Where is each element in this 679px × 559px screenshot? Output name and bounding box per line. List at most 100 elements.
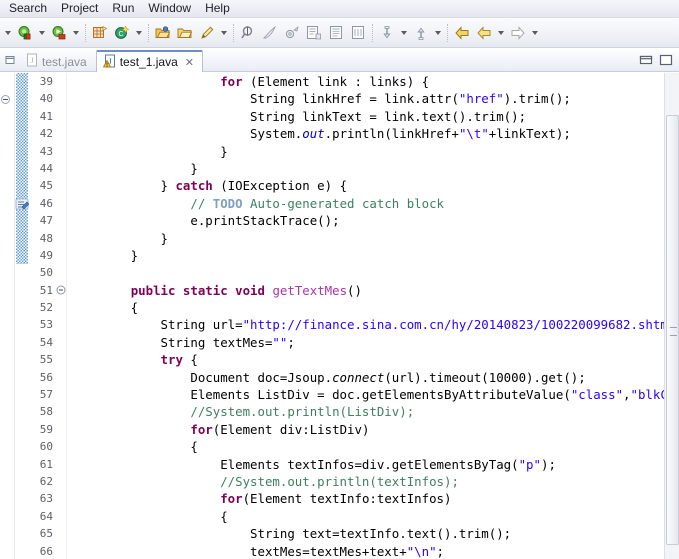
code-line[interactable]: //System.out.println(textInfos); [67, 473, 679, 490]
menu-item-window[interactable]: Window [141, 0, 198, 17]
new-button[interactable] [196, 22, 218, 44]
open-task-button[interactable] [174, 22, 196, 44]
code-token-str: "http://finance.sina.com.cn/hy/20140823/… [242, 317, 679, 333]
menu-item-search[interactable]: Search [2, 0, 54, 17]
menu-item-run[interactable]: Run [105, 0, 141, 17]
code-line[interactable]: { [67, 299, 679, 316]
previous-annotation-button-dropdown-arrow[interactable] [432, 22, 444, 44]
code-line[interactable]: Document doc=Jsoup.connect(url).timeout(… [67, 369, 679, 386]
pencil-icon [199, 25, 215, 41]
todo-marker-icon[interactable] [15, 197, 30, 211]
fold-toggle-icon[interactable] [56, 282, 66, 299]
code-line[interactable] [67, 264, 679, 281]
run-button[interactable] [48, 22, 70, 44]
run-button-dropdown-arrow[interactable] [70, 22, 82, 44]
code-line[interactable]: e.printStackTrace(); [67, 212, 679, 229]
code-line[interactable]: public static void getTextMes() [67, 282, 679, 299]
new-button-dropdown-arrow[interactable] [218, 22, 230, 44]
view-menu-icon[interactable] [2, 49, 18, 71]
code-token-kw: try [160, 352, 183, 368]
code-token-pln: (url).timeout(10000).get(); [384, 369, 586, 385]
editor-tab-test-java[interactable]: Jtest.java [18, 50, 96, 72]
code-line[interactable]: // TODO Auto-generated catch block [67, 195, 679, 212]
toggle-word-wrap-button[interactable] [347, 22, 369, 44]
code-line[interactable]: String linkHref = link.attr("href").trim… [67, 90, 679, 107]
line-number: 39 [39, 75, 53, 88]
code-text-area[interactable]: for (Element link : links) { String link… [67, 73, 679, 559]
code-line[interactable]: } [67, 230, 679, 247]
toggle-block-selection-button[interactable] [303, 22, 325, 44]
java-file-warning-icon: J [102, 54, 116, 71]
code-line[interactable]: String url="http://finance.sina.com.cn/h… [67, 316, 679, 333]
code-line[interactable]: for(Element div:ListDiv) [67, 421, 679, 438]
collapse-all-icon[interactable] [1, 95, 10, 104]
new-java-package-button[interactable] [89, 22, 111, 44]
back-arrow-yellow-icon [476, 25, 492, 41]
code-line[interactable]: try { [67, 351, 679, 368]
code-line[interactable]: String text=textInfo.text().trim(); [67, 525, 679, 542]
debug-button[interactable] [14, 22, 36, 44]
code-token-pln: (Element div:ListDiv) [212, 421, 370, 437]
menu-item-project[interactable]: Project [54, 0, 105, 17]
code-editor[interactable]: 39 40 41 42 43 44 45 46 47 48 49 50 51 52 53 54 55 56 57 58… [0, 73, 679, 559]
next-annotation-button[interactable] [376, 22, 398, 44]
code-line[interactable]: { [67, 508, 679, 525]
code-token-pln: { [71, 300, 139, 316]
code-token-pln [71, 74, 220, 89]
code-line[interactable]: Elements ListDiv = doc.getElementsByAttr… [67, 386, 679, 403]
code-folding-column[interactable] [56, 73, 67, 559]
code-line[interactable]: } [67, 247, 679, 264]
back-button[interactable] [451, 22, 473, 44]
toolbar-leading-dropdown-arrow[interactable] [2, 22, 14, 44]
code-line[interactable]: Elements textInfos=div.getElementsByTag(… [67, 456, 679, 473]
code-line[interactable]: } [67, 143, 679, 160]
next-annotation-button-dropdown-arrow[interactable] [398, 22, 410, 44]
code-line[interactable]: String linkText = link.text().trim(); [67, 108, 679, 125]
line-number: 46 [39, 196, 53, 210]
code-token-pln: (Element textInfo:textInfos) [242, 491, 452, 507]
code-line[interactable]: for(Element textInfo:textInfos) [67, 490, 679, 507]
code-token-str: "href" [458, 91, 504, 107]
code-token-kw: public static void [130, 282, 265, 298]
line-number: 40 [39, 92, 53, 106]
code-line[interactable]: } catch (IOException e) { [67, 177, 679, 194]
code-line[interactable]: System.out.println(linkHref+"\t"+linkTex… [67, 125, 679, 142]
code-line[interactable]: textMes=textMes+text+"\n"; [67, 543, 679, 559]
new-java-class-button-dropdown-arrow[interactable] [133, 22, 145, 44]
code-token-pln: } [71, 230, 168, 246]
menu-bar: Search Project Run Window Help [0, 0, 679, 18]
back-history-button[interactable] [473, 22, 495, 44]
vertical-scrollbar-thumb[interactable] [666, 115, 679, 545]
vertical-scrollbar[interactable] [664, 73, 679, 559]
new-java-class-button[interactable]: C [111, 22, 133, 44]
minimize-button[interactable] [639, 54, 653, 66]
back-history-button-dropdown-arrow[interactable] [495, 22, 507, 44]
code-line[interactable]: //System.out.println(ListDiv); [67, 403, 679, 420]
code-line[interactable]: { [67, 438, 679, 455]
line-number: 42 [39, 127, 53, 141]
maximize-button[interactable] [659, 54, 673, 66]
editor-tab-test_1-java[interactable]: Jtest_1.java ✕ [95, 50, 203, 72]
forward-button[interactable] [507, 22, 529, 44]
menu-item-help[interactable]: Help [198, 0, 237, 17]
fold-slot [56, 247, 66, 264]
forward-button-dropdown-arrow[interactable] [529, 22, 541, 44]
annotation-marker-bar[interactable] [15, 73, 30, 559]
open-type-button[interactable] [152, 22, 174, 44]
external-tools-icon [284, 25, 300, 41]
back-arrow-icon [454, 25, 470, 41]
previous-annotation-button[interactable] [410, 22, 432, 44]
close-icon[interactable]: ✕ [185, 56, 194, 69]
debug-button-dropdown-arrow[interactable] [36, 22, 48, 44]
search-button[interactable] [237, 22, 259, 44]
line-number: 64 [39, 509, 53, 523]
skip-breakpoints-button[interactable] [259, 22, 281, 44]
line-number: 61 [39, 457, 53, 471]
code-token-kw: for [190, 421, 213, 437]
code-line[interactable]: } [67, 160, 679, 177]
code-line[interactable]: String textMes=""; [67, 334, 679, 351]
external-tools-button[interactable] [281, 22, 303, 44]
line-number: 63 [39, 492, 53, 506]
show-whitespace-button[interactable] [325, 22, 347, 44]
code-line[interactable]: for (Element link : links) { [67, 73, 679, 90]
